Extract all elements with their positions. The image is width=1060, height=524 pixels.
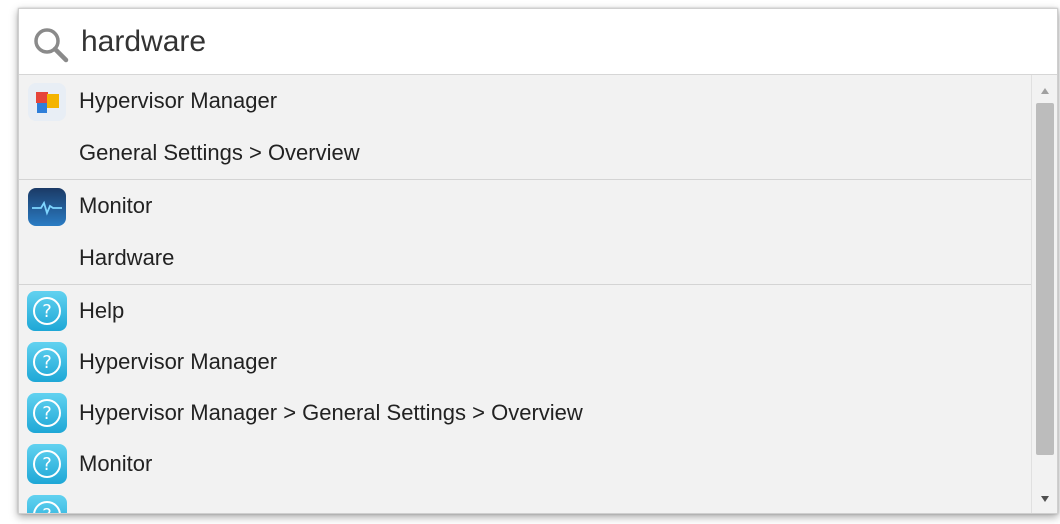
- result-item[interactable]: Hardware: [19, 231, 1032, 284]
- result-app-label: Hypervisor Manager: [79, 87, 278, 113]
- scrollbar[interactable]: [1031, 75, 1057, 513]
- result-item-label: General Settings > Overview: [79, 139, 360, 165]
- result-group-monitor: Monitor Hardware: [19, 180, 1032, 285]
- scroll-up-arrow-icon[interactable]: [1040, 87, 1050, 95]
- help-icon: ?: [27, 444, 67, 484]
- result-item-label: Monitor: [79, 450, 153, 476]
- result-item-label: Hypervisor Manager: [79, 348, 278, 374]
- result-app-hypervisor-manager[interactable]: Hypervisor Manager: [19, 75, 1032, 126]
- result-app-label: Monitor: [79, 192, 153, 218]
- result-item-label: Help: [79, 297, 125, 323]
- result-item-label: Hypervisor Manager > General Settings > …: [79, 399, 583, 425]
- result-help-item[interactable]: ? Monitor: [19, 438, 1032, 489]
- result-app-monitor[interactable]: Monitor: [19, 180, 1032, 231]
- help-icon: ?: [27, 291, 67, 331]
- result-help-item-partial[interactable]: ?: [19, 489, 1032, 513]
- scrollbar-thumb[interactable]: [1036, 103, 1054, 455]
- hypervisor-manager-icon: [28, 83, 66, 121]
- help-icon: ?: [27, 393, 67, 433]
- results-list: Hypervisor Manager General Settings > Ov…: [19, 75, 1032, 513]
- result-group-help: ? Help ? Hypervisor Manager ? Hypervisor…: [19, 285, 1032, 513]
- result-group-hypervisor-manager: Hypervisor Manager General Settings > Ov…: [19, 75, 1032, 180]
- scroll-down-arrow-icon[interactable]: [1040, 495, 1050, 503]
- monitor-icon: [28, 188, 66, 226]
- result-help-item[interactable]: ? Help: [19, 285, 1032, 336]
- result-item-label: Hardware: [79, 244, 175, 270]
- search-icon: [34, 28, 69, 63]
- result-help-item[interactable]: ? Hypervisor Manager > General Settings …: [19, 387, 1032, 438]
- search-bar: [19, 9, 1057, 75]
- search-results-popup: Hypervisor Manager General Settings > Ov…: [18, 8, 1058, 514]
- result-item[interactable]: General Settings > Overview: [19, 126, 1032, 179]
- search-input[interactable]: [81, 21, 1031, 63]
- help-icon: ?: [27, 495, 67, 513]
- result-help-item[interactable]: ? Hypervisor Manager: [19, 336, 1032, 387]
- help-icon: ?: [27, 342, 67, 382]
